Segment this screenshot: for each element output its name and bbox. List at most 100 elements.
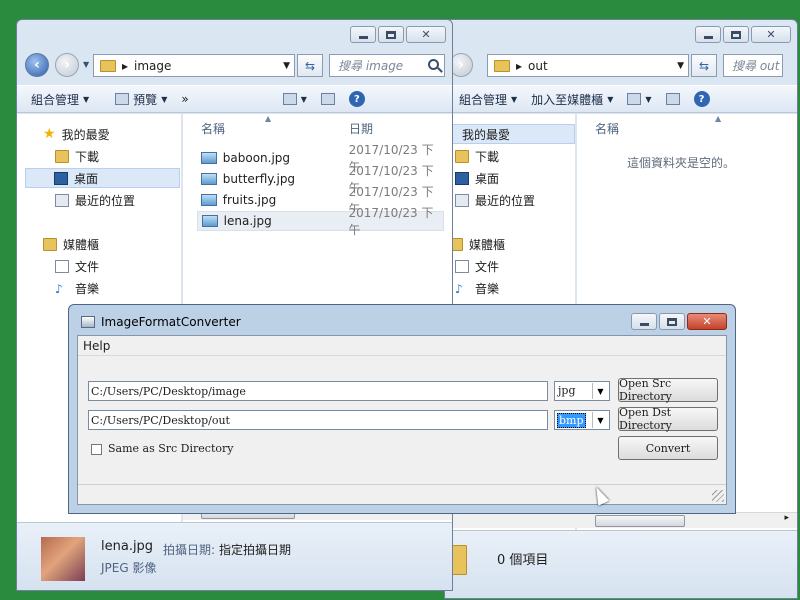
nav-recent[interactable]: 最近的位置 <box>455 190 535 210</box>
help-icon[interactable]: ? <box>348 91 365 107</box>
nav-label: 文件 <box>75 259 100 274</box>
search-input[interactable]: 搜尋 image <box>329 54 445 77</box>
file-name: fruits.jpg <box>222 193 277 207</box>
minimize-icon <box>703 36 713 39</box>
minimize-icon <box>639 323 649 326</box>
address-bar[interactable]: ▸ out ▼ <box>487 54 689 77</box>
chevron-down-icon[interactable]: ▼ <box>592 412 608 428</box>
more-commands-button[interactable]: » <box>181 92 188 106</box>
horizontal-scrollbar[interactable]: ▸ <box>445 512 797 528</box>
preview-pane-button[interactable] <box>665 93 680 105</box>
organize-menu[interactable]: 組合管理 ▼ <box>31 91 89 108</box>
view-icon <box>282 93 297 105</box>
add-to-library-menu[interactable]: 加入至媒體櫃 ▼ <box>531 91 613 108</box>
nav-documents[interactable]: 文件 <box>455 256 499 276</box>
window-title: ImageFormatConverter <box>101 315 241 329</box>
nav-favorites[interactable]: 我的最愛 <box>449 124 575 144</box>
resize-grip-icon[interactable] <box>712 490 724 502</box>
file-type: JPEG 影像 <box>101 561 157 575</box>
nav-label: 文件 <box>475 259 500 274</box>
nav-desktop[interactable]: 桌面 <box>25 168 180 188</box>
breadcrumb-arrow-icon: ▸ <box>516 58 523 73</box>
open-dst-directory-button[interactable]: Open Dst Directory <box>618 406 718 432</box>
dst-format-value: bmp <box>557 413 586 428</box>
nav-downloads[interactable]: 下載 <box>55 146 99 166</box>
nav-libraries[interactable]: 媒體櫃 <box>43 234 99 254</box>
details-pane: lena.jpg 拍攝日期: 指定拍攝日期 JPEG 影像 <box>17 522 452 590</box>
column-header-name[interactable]: 名稱 <box>201 120 225 137</box>
dst-path-field[interactable]: C:/Users/PC/Desktop/out <box>88 410 548 430</box>
src-path-field[interactable]: C:/Users/PC/Desktop/image <box>88 381 548 401</box>
address-dropdown-icon[interactable]: ▼ <box>283 61 290 71</box>
recent-pages-dropdown-icon[interactable]: ▼ <box>83 60 89 69</box>
address-bar[interactable]: ▸ image ▼ <box>93 54 295 77</box>
organize-menu[interactable]: 組合管理 ▼ <box>459 91 517 108</box>
back-button[interactable]: ‹ <box>25 53 49 77</box>
document-icon <box>455 259 469 273</box>
thumbnail-image <box>41 537 85 581</box>
nav-music[interactable]: ♪ 音樂 <box>55 278 99 298</box>
close-button[interactable]: ✕ <box>751 26 791 43</box>
sort-arrow-icon: ▲ <box>265 114 272 123</box>
nav-label: 最近的位置 <box>475 193 536 208</box>
date-taken-value[interactable]: 指定拍攝日期 <box>219 541 291 558</box>
chevron-down-icon: ▼ <box>645 94 652 104</box>
close-button[interactable]: ✕ <box>687 313 727 330</box>
refresh-button[interactable]: ⇆ <box>691 54 717 77</box>
nav-recent[interactable]: 最近的位置 <box>55 190 135 210</box>
nav-libraries[interactable]: 媒體櫃 <box>449 234 505 254</box>
recent-icon <box>55 193 69 207</box>
close-button[interactable]: ✕ <box>406 26 446 43</box>
add-to-library-label: 加入至媒體櫃 <box>531 92 604 107</box>
preview-label: 預覽 <box>133 92 158 107</box>
dst-format-select[interactable]: bmp ▼ <box>554 410 610 430</box>
preview-menu[interactable]: 預覽 ▼ <box>115 91 167 108</box>
preview-icon <box>115 93 130 105</box>
window-controls: ✕ <box>631 313 727 330</box>
menu-help[interactable]: Help <box>83 339 110 353</box>
list-item[interactable]: lena.jpg 2017/10/23 下午 <box>197 206 444 237</box>
same-as-src-checkbox[interactable] <box>91 444 102 455</box>
item-count: 0 個項目 <box>497 553 549 568</box>
minimize-button[interactable] <box>350 26 376 43</box>
file-date: 2017/10/23 下午 <box>348 206 434 237</box>
close-icon: ✕ <box>702 315 712 328</box>
nav-desktop[interactable]: 桌面 <box>455 168 499 188</box>
desktop-icon <box>54 171 68 185</box>
scrollbar-thumb[interactable] <box>595 515 685 527</box>
view-options-button[interactable]: ▼ <box>627 93 652 105</box>
forward-button[interactable]: › <box>55 53 79 77</box>
status-bar <box>78 484 726 504</box>
maximize-button[interactable] <box>659 313 685 330</box>
nav-favorites[interactable]: ★ 我的最愛 <box>43 124 110 144</box>
search-icon[interactable] <box>428 59 439 70</box>
file-name: baboon.jpg <box>222 151 291 165</box>
convert-button[interactable]: Convert <box>618 436 718 460</box>
maximize-icon <box>667 317 677 326</box>
nav-documents[interactable]: 文件 <box>55 256 99 276</box>
maximize-button[interactable] <box>723 26 749 43</box>
organize-label: 組合管理 <box>459 92 508 107</box>
column-header-date[interactable]: 日期 <box>349 120 373 137</box>
search-input[interactable]: 搜尋 out <box>723 54 783 77</box>
refresh-button[interactable]: ⇆ <box>297 54 323 77</box>
image-file-icon <box>201 173 217 185</box>
src-format-select[interactable]: jpg ▼ <box>554 381 610 401</box>
scroll-right-icon[interactable]: ▸ <box>784 513 789 523</box>
view-icon <box>627 93 642 105</box>
recent-icon <box>455 193 469 207</box>
nav-downloads[interactable]: 下載 <box>455 146 499 166</box>
column-header-name[interactable]: 名稱 <box>595 120 619 137</box>
address-dropdown-icon[interactable]: ▼ <box>677 61 684 71</box>
open-src-directory-button[interactable]: Open Src Directory <box>618 377 718 403</box>
minimize-icon <box>358 36 368 39</box>
minimize-button[interactable] <box>631 313 657 330</box>
view-options-button[interactable]: ▼ <box>282 93 307 105</box>
app-client-area: Help C:/Users/PC/Desktop/image jpg ▼ Ope… <box>77 335 727 505</box>
chevron-down-icon[interactable]: ▼ <box>592 383 608 399</box>
nav-music[interactable]: ♪ 音樂 <box>455 278 499 298</box>
maximize-button[interactable] <box>378 26 404 43</box>
minimize-button[interactable] <box>695 26 721 43</box>
preview-pane-button[interactable] <box>320 93 335 105</box>
help-icon[interactable]: ? <box>693 91 710 107</box>
